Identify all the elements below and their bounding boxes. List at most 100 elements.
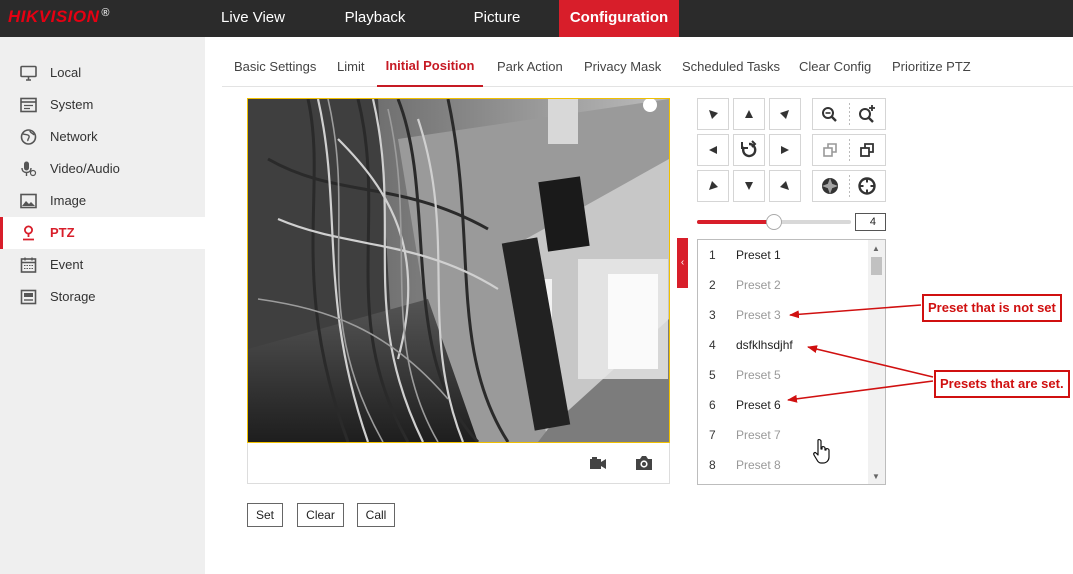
ptz-down-button[interactable] xyxy=(733,170,765,202)
zoom-in-button[interactable] xyxy=(850,99,886,129)
sidebar-item-image[interactable]: Image xyxy=(0,185,205,217)
focus-near-button[interactable] xyxy=(813,135,849,165)
set-button[interactable]: Set xyxy=(247,503,283,527)
preset-row-4[interactable]: 4 dsfklhsdjhf xyxy=(698,330,866,360)
sidebar-item-storage[interactable]: Storage xyxy=(0,281,205,313)
sidebar-item-label: Event xyxy=(50,257,84,272)
preset-name: Preset 2 xyxy=(736,278,781,292)
ptz-right-button[interactable] xyxy=(769,134,801,166)
call-button[interactable]: Call xyxy=(357,503,395,527)
preset-row-8[interactable]: 8 Preset 8 xyxy=(698,450,866,480)
tab-scheduled-tasks[interactable]: Scheduled Tasks xyxy=(682,50,780,87)
preset-number: 8 xyxy=(709,458,716,472)
preset-row-7[interactable]: 7 Preset 7 xyxy=(698,420,866,450)
clear-button[interactable]: Clear xyxy=(297,503,344,527)
record-video-icon[interactable] xyxy=(588,454,608,472)
camera-feed-image xyxy=(248,99,669,442)
tab-clear-config[interactable]: Clear Config xyxy=(799,50,871,87)
preset-list: 1 Preset 1 2 Preset 2 3 Preset 3 4 dsfklhsdj… xyxy=(697,239,886,485)
preset-number: 5 xyxy=(709,368,716,382)
auto-rotate-icon xyxy=(741,140,757,158)
preset-name: Preset 3 xyxy=(736,308,781,322)
preset-name: Preset 6 xyxy=(736,398,781,412)
scrollbar-thumb[interactable] xyxy=(871,257,882,275)
nav-live-view[interactable]: Live View xyxy=(206,0,300,37)
preset-row-3[interactable]: 3 Preset 3 xyxy=(698,300,866,330)
iris-open-icon xyxy=(858,177,876,195)
live-video[interactable] xyxy=(247,98,670,443)
snapshot-camera-icon[interactable] xyxy=(634,454,654,472)
tab-initial-position[interactable]: Initial Position xyxy=(377,50,483,87)
sidebar-item-label: Image xyxy=(50,193,87,208)
preset-number: 2 xyxy=(709,278,716,292)
arrow-down-right-icon xyxy=(780,181,789,190)
preset-number: 3 xyxy=(709,308,716,322)
ptz-down-right-button[interactable] xyxy=(769,170,801,202)
iris-control-group xyxy=(812,170,886,202)
hikvision-logo: HIKVISION ® xyxy=(8,7,111,26)
ptz-speed-fill xyxy=(697,220,774,224)
nav-configuration[interactable]: Configuration xyxy=(559,0,679,37)
annotation-are-set: Presets that are set. xyxy=(934,370,1070,398)
scroll-down-arrow-icon[interactable]: ▼ xyxy=(872,472,880,481)
focus-control-group xyxy=(812,134,886,166)
zoom-in-icon xyxy=(859,105,875,123)
arrow-down-left-icon xyxy=(709,181,718,190)
preset-number: 7 xyxy=(709,428,716,442)
ptz-up-button[interactable] xyxy=(733,98,765,130)
collapse-ptz-panel-button[interactable]: ‹ xyxy=(677,238,688,288)
globe-icon xyxy=(20,129,37,145)
preset-row-5[interactable]: 5 Preset 5 xyxy=(698,360,866,390)
zoom-out-icon xyxy=(822,107,837,122)
tab-privacy-mask[interactable]: Privacy Mask xyxy=(584,50,661,87)
tab-park-action[interactable]: Park Action xyxy=(497,50,563,87)
tab-prioritize-ptz[interactable]: Prioritize PTZ xyxy=(892,50,971,87)
sidebar-item-label: Video/Audio xyxy=(50,161,120,176)
nav-playback[interactable]: Playback xyxy=(328,0,422,37)
sidebar-item-ptz[interactable]: PTZ xyxy=(0,217,205,249)
arrow-right-icon xyxy=(781,146,789,154)
zoom-out-button[interactable] xyxy=(813,99,849,129)
sidebar-item-system[interactable]: System xyxy=(0,89,205,121)
sidebar-item-video-audio[interactable]: Video/Audio xyxy=(0,153,205,185)
tab-basic-settings[interactable]: Basic Settings xyxy=(234,50,316,87)
iris-close-icon xyxy=(822,178,838,194)
sidebar-item-label: System xyxy=(50,97,94,112)
ptz-up-right-button[interactable] xyxy=(769,98,801,130)
calendar-icon xyxy=(20,257,37,273)
preset-row-2[interactable]: 2 Preset 2 xyxy=(698,270,866,300)
sidebar-item-label: Local xyxy=(50,65,82,80)
tab-limit[interactable]: Limit xyxy=(337,50,364,87)
preset-number: 4 xyxy=(709,338,716,352)
image-icon xyxy=(20,193,37,209)
preset-list-scrollbar[interactable]: ▲ ▼ xyxy=(868,240,885,484)
ptz-speed-slider[interactable] xyxy=(697,214,851,230)
sidebar-item-event[interactable]: Event xyxy=(0,249,205,281)
ptz-left-button[interactable] xyxy=(697,134,729,166)
iris-open-button[interactable] xyxy=(850,171,886,201)
ptz-speed-handle[interactable] xyxy=(766,214,782,230)
ptz-down-left-button[interactable] xyxy=(697,170,729,202)
sidebar-item-local[interactable]: Local xyxy=(0,57,205,89)
nav-picture[interactable]: Picture xyxy=(450,0,544,37)
focus-far-button[interactable] xyxy=(850,135,886,165)
microphone-icon xyxy=(21,161,37,177)
preset-name: Preset 7 xyxy=(736,428,781,442)
video-toolbar xyxy=(247,443,670,484)
preset-row-6[interactable]: 6 Preset 6 xyxy=(698,390,866,420)
hand-cursor-icon xyxy=(813,438,830,464)
sidebar-item-network[interactable]: Network xyxy=(0,121,205,153)
ptz-speed-value: 4 xyxy=(855,213,886,231)
preset-number: 6 xyxy=(709,398,716,412)
sidebar: Local System Network Video/Audio Image P… xyxy=(0,37,205,574)
arrow-up-icon xyxy=(745,110,753,118)
iris-close-button[interactable] xyxy=(813,171,849,201)
system-icon xyxy=(20,97,37,113)
ptz-auto-rotate-button[interactable] xyxy=(733,134,765,166)
preset-row-1[interactable]: 1 Preset 1 xyxy=(698,240,866,270)
sidebar-item-label: PTZ xyxy=(50,225,75,240)
arrow-up-right-icon xyxy=(780,110,789,119)
ptz-up-left-button[interactable] xyxy=(697,98,729,130)
scroll-up-arrow-icon[interactable]: ▲ xyxy=(872,244,880,253)
preset-name: Preset 1 xyxy=(736,248,781,262)
